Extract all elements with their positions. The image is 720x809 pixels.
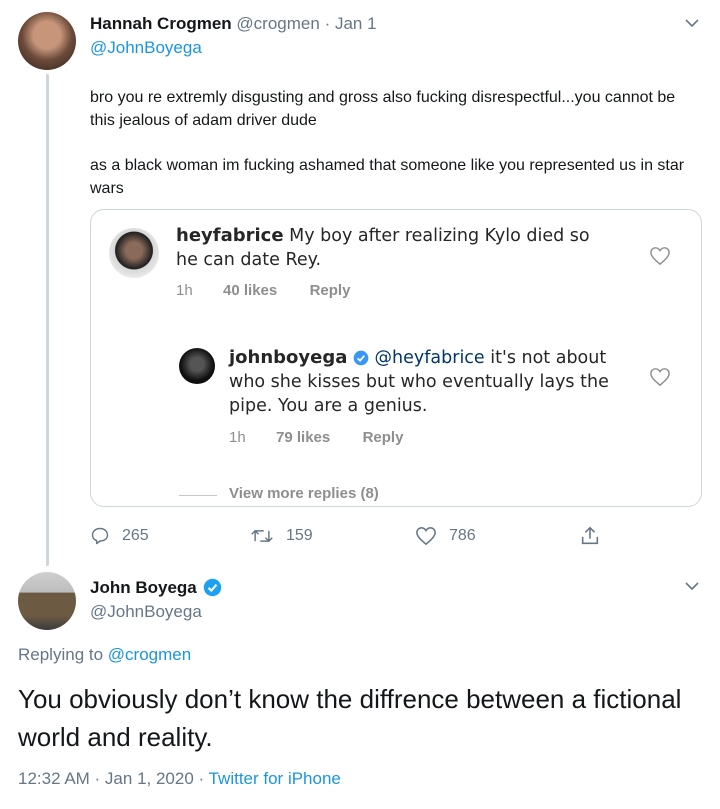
reply-icon <box>91 527 109 545</box>
tweet1-menu-button[interactable] <box>683 14 701 37</box>
tweet1-author-handle[interactable]: @crogmen <box>236 14 319 33</box>
heart-icon <box>650 368 670 387</box>
tweet2-author: John Boyega <box>90 578 222 598</box>
comment1-time: 1h <box>176 282 193 299</box>
tweet2-timestamp-row: 12:32 AM · Jan 1, 2020 · Twitter for iPh… <box>18 769 341 789</box>
comment1-reply-button[interactable]: Reply <box>310 282 351 299</box>
heart-icon <box>650 247 670 266</box>
comment1-body: heyfabrice My boy after realizing Kylo d… <box>176 224 616 272</box>
tweet2-text: You obviously don’t know the diffrence b… <box>18 684 682 752</box>
comment2-username[interactable]: johnboyega <box>229 347 347 368</box>
replying-to-handle[interactable]: @crogmen <box>108 645 191 664</box>
tweet1-paragraph1: bro you re extremly disgusting and gross… <box>90 89 676 129</box>
tweet1-paragraph2: as a black woman im fucking ashamed that… <box>90 157 685 197</box>
comment1-username[interactable]: heyfabrice <box>176 225 284 246</box>
retweet-count: 159 <box>286 527 313 544</box>
hannah-avatar[interactable] <box>18 12 76 70</box>
verified-icon <box>203 578 222 596</box>
like-count: 786 <box>449 527 476 544</box>
comment1-likes[interactable]: 40 likes <box>223 282 277 299</box>
john-boyega-avatar[interactable] <box>18 572 76 630</box>
comment2-body: johnboyega @heyfabrice it's not about wh… <box>229 346 629 418</box>
chevron-down-icon <box>685 582 699 591</box>
tweet1-separator: · <box>324 14 331 33</box>
comment2-likes[interactable]: 79 likes <box>276 429 330 446</box>
tweet1-author-name[interactable]: Hannah Crogmen <box>90 14 232 33</box>
tweet1-reply-to[interactable]: @JohnBoyega <box>90 38 202 58</box>
retweet-action[interactable]: 159 <box>250 526 313 546</box>
share-action[interactable] <box>579 525 601 552</box>
like-icon <box>416 527 436 546</box>
comment1-like-button[interactable] <box>649 246 671 271</box>
verified-icon <box>353 350 369 366</box>
replying-to-prefix: Replying to <box>18 645 104 664</box>
chevron-down-icon <box>685 19 699 28</box>
tweet1-date[interactable]: Jan 1 <box>335 14 377 33</box>
comment1-meta: 1h 40 likes Reply <box>176 282 350 299</box>
tweet1-header: Hannah Crogmen @crogmen · Jan 1 <box>90 14 377 34</box>
view-more-replies[interactable]: View more replies (8) <box>229 485 379 502</box>
retweet-icon <box>251 529 273 543</box>
tweet2-source[interactable]: Twitter for iPhone <box>209 769 341 788</box>
replying-to: Replying to @crogmen <box>18 645 191 665</box>
reply-action[interactable]: 265 <box>90 526 149 546</box>
embedded-image[interactable]: heyfabrice My boy after realizing Kylo d… <box>90 209 702 507</box>
comment2-reply-button[interactable]: Reply <box>363 429 404 446</box>
heyfabrice-avatar[interactable] <box>109 228 159 278</box>
comment2-like-button[interactable] <box>649 367 671 392</box>
comment2-mention[interactable]: @heyfabrice <box>375 348 485 368</box>
thread-connector-line <box>46 74 49 566</box>
comment2-meta: 1h 79 likes Reply <box>229 429 403 446</box>
like-action[interactable]: 786 <box>415 526 476 546</box>
tweet2-timestamp[interactable]: 12:32 AM · Jan 1, 2020 · <box>18 769 204 788</box>
comment2-time: 1h <box>229 429 246 446</box>
reply-count: 265 <box>122 527 149 544</box>
johnboyega-ig-avatar[interactable] <box>179 348 215 384</box>
tweet2-author-handle[interactable]: @JohnBoyega <box>90 602 202 622</box>
tweet2-author-name[interactable]: John Boyega <box>90 578 197 597</box>
tweet2-menu-button[interactable] <box>683 577 701 600</box>
share-icon <box>581 526 599 545</box>
view-more-divider <box>179 495 217 496</box>
